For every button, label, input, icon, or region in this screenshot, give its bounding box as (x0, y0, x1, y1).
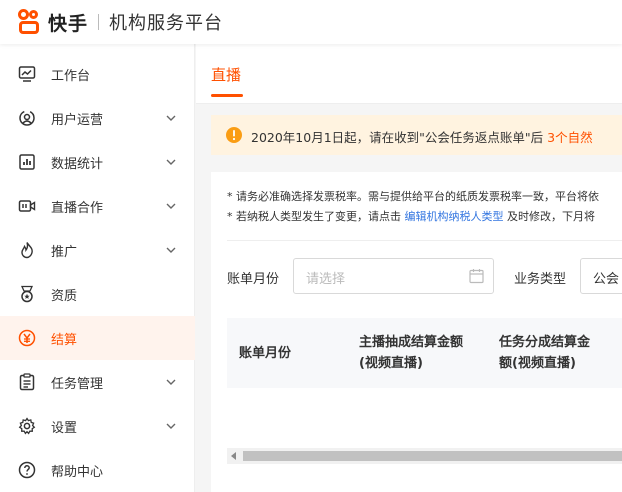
sidebar-item-label: 用户运营 (51, 112, 104, 128)
clipboard-icon (18, 373, 36, 391)
notice-banner: 2020年10月1日起，请在收到"公会任务返点账单"后 3个自然 (211, 115, 622, 155)
dashboard-icon (18, 65, 36, 83)
horizontal-scrollbar[interactable] (227, 448, 622, 464)
tab-live[interactable]: 直播 (211, 64, 241, 85)
business-type-select[interactable]: 公会 (580, 258, 622, 294)
sidebar-item-promotion[interactable]: 推广 (0, 228, 195, 272)
sidebar-item-live-coop[interactable]: 直播合作 (0, 184, 195, 228)
scrollbar-thumb[interactable] (243, 451, 622, 461)
medal-icon (18, 285, 36, 303)
sidebar-item-label: 工作台 (51, 68, 91, 84)
column-task-share: 任务分成结算金 额(视频直播) (499, 332, 590, 374)
tab-bar: 直播 (196, 44, 622, 104)
column-title-line1: 任务分成结算金 (499, 335, 591, 350)
sidebar-item-label: 资质 (51, 288, 78, 304)
yuan-icon (18, 329, 36, 347)
bill-month-label: 账单月份 (227, 272, 280, 287)
tip-prefix: * 若纳税人类型发生了变更，请点击 (227, 210, 405, 223)
business-type-value: 公会 (593, 272, 620, 287)
logo-divider (98, 14, 100, 30)
help-icon (18, 461, 36, 479)
notice-text: 2020年10月1日起，请在收到"公会任务返点账单"后 3个自然 (251, 127, 593, 146)
chevron-down-icon[interactable] (164, 155, 178, 169)
sidebar-item-help-center[interactable]: 帮助中心 (0, 448, 195, 492)
sidebar-item-task-management[interactable]: 任务管理 (0, 360, 195, 404)
tab-active-indicator (211, 94, 243, 97)
sidebar-item-label: 设置 (51, 420, 78, 436)
sidebar-item-label: 帮助中心 (51, 464, 104, 480)
tip-taxpayer-type: * 若纳税人类型发生了变更，请点击 编辑机构纳税人类型 及时修改，下月将 (227, 208, 595, 224)
column-title: 账单月份 (239, 346, 292, 361)
tip-tax-rate: * 请务必准确选择发票税率。需与提供给平台的纸质发票税率一致，平台将依 (227, 190, 599, 203)
sidebar-item-data-stats[interactable]: 数据统计 (0, 140, 195, 184)
sidebar-item-settlement[interactable]: 结算 (0, 316, 195, 360)
logo[interactable]: 快手 机构服务平台 (16, 8, 223, 36)
bill-month-placeholder: 请选择 (306, 272, 346, 287)
sidebar-item-qualification[interactable]: 资质 (0, 272, 195, 316)
sidebar-item-label: 结算 (51, 332, 78, 348)
chevron-down-icon[interactable] (164, 419, 178, 433)
sidebar-item-dashboard[interactable]: 工作台 (0, 52, 195, 96)
column-bill-month: 账单月份 (239, 343, 291, 364)
scroll-left-arrow-icon[interactable] (231, 452, 236, 460)
business-type-label: 业务类型 (514, 272, 567, 287)
column-anchor-commission: 主播抽成结算金额 (视频直播) (359, 332, 463, 374)
live-camera-icon (18, 197, 36, 215)
main-content: 直播 2020年10月1日起，请在收到"公会任务返点账单"后 3个自然 * 请务… (196, 44, 622, 492)
chevron-down-icon[interactable] (164, 243, 178, 257)
bar-chart-icon (18, 153, 36, 171)
user-ops-icon (18, 109, 36, 127)
sidebar-item-label: 任务管理 (51, 376, 104, 392)
chevron-down-icon[interactable] (164, 375, 178, 389)
sidebar-item-label: 数据统计 (51, 156, 104, 172)
platform-title: 机构服务平台 (109, 13, 224, 34)
sidebar-item-label: 推广 (51, 244, 78, 260)
column-title-line1: 主播抽成结算金额 (359, 335, 464, 350)
sidebar: 工作台 用户运营 数据统计 直播合作 推广 资质 结算 任务管理 设置 帮助中心 (0, 44, 195, 492)
column-title-line2: 额(视频直播) (499, 356, 576, 371)
chevron-down-icon[interactable] (164, 111, 178, 125)
notice-text-main: 2020年10月1日起，请在收到"公会任务返点账单"后 (251, 130, 548, 145)
settlement-card: * 请务必准确选择发票税率。需与提供给平台的纸质发票税率一致，平台将依 * 若纳… (211, 172, 622, 492)
chevron-down-icon[interactable] (164, 199, 178, 213)
sidebar-item-user-ops[interactable]: 用户运营 (0, 96, 195, 140)
divider (227, 240, 622, 241)
column-title-line2: (视频直播) (359, 356, 423, 371)
logo-text: 快手 (48, 12, 89, 35)
top-bar: 快手 机构服务平台 (0, 0, 622, 44)
calendar-icon (469, 269, 484, 284)
flame-icon (18, 241, 36, 259)
warning-icon (225, 126, 243, 148)
gear-icon (18, 417, 36, 435)
notice-highlight: 3个自然 (547, 130, 593, 145)
kuaishou-logo-icon (16, 8, 44, 36)
tip-suffix: 及时修改，下月将 (503, 210, 595, 223)
table-header: 账单月份 主播抽成结算金额 (视频直播) 任务分成结算金 额(视频直播) (227, 318, 622, 388)
bill-month-picker[interactable]: 请选择 (293, 258, 494, 294)
sidebar-item-settings[interactable]: 设置 (0, 404, 195, 448)
edit-taxpayer-type-link[interactable]: 编辑机构纳税人类型 (405, 210, 504, 223)
sidebar-item-label: 直播合作 (51, 200, 104, 216)
